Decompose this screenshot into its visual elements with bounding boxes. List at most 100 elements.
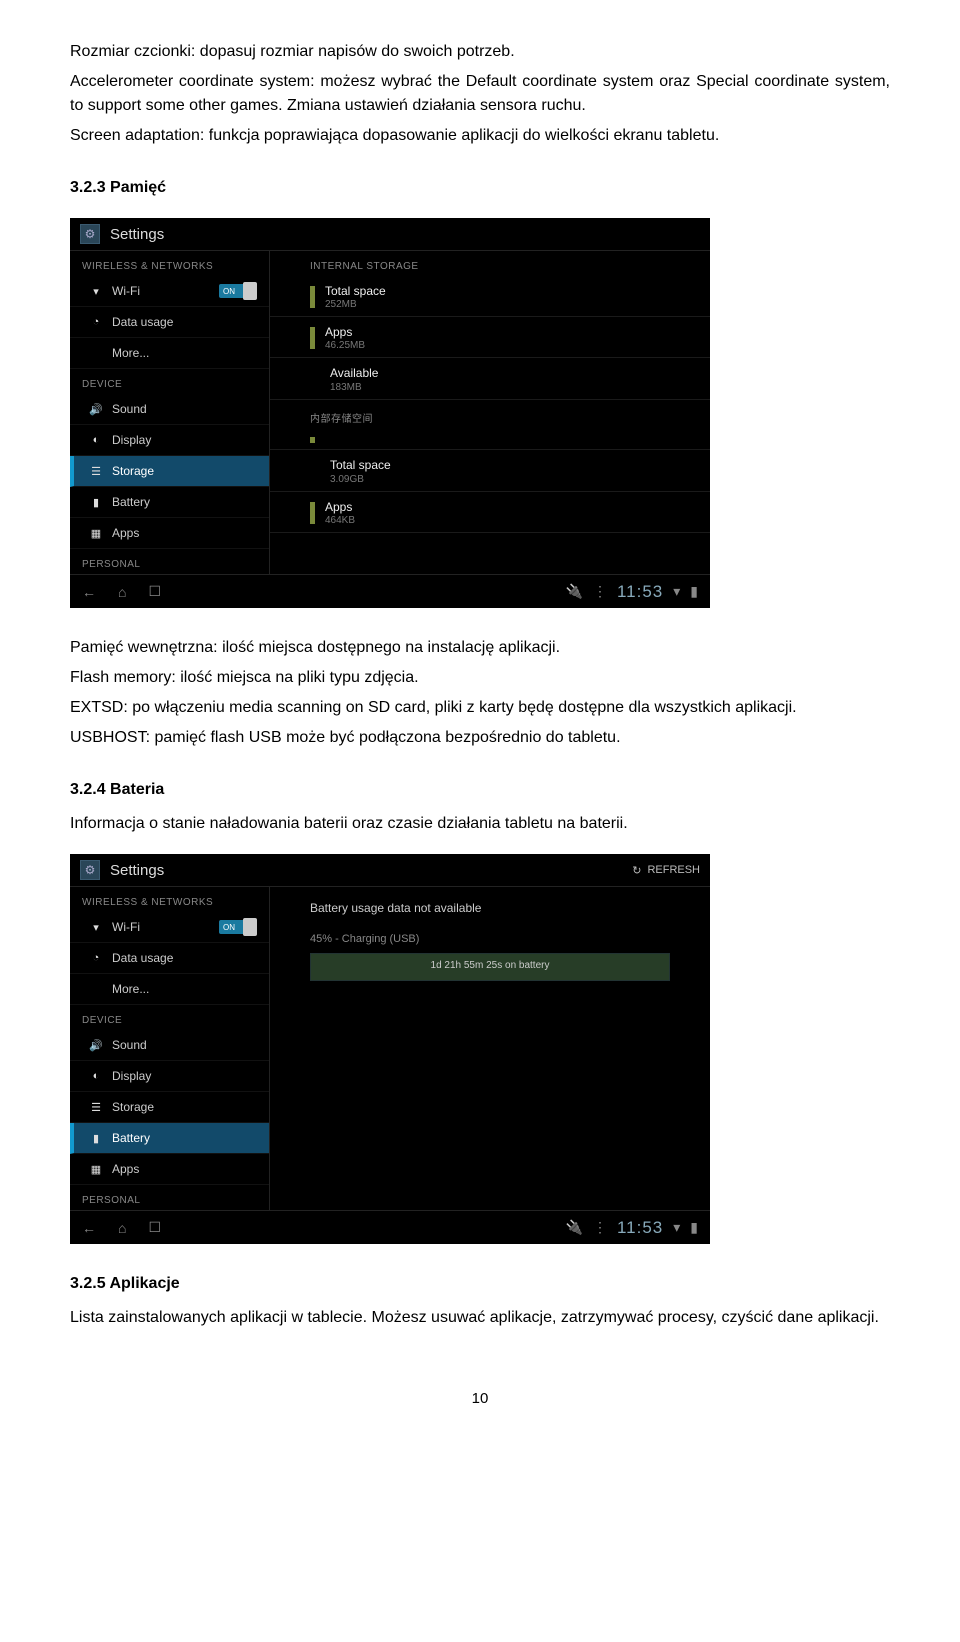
- storage-label: Apps: [325, 325, 365, 339]
- wifi-icon: ▾: [90, 285, 102, 297]
- settings-header: ⚙ Settings ↻ REFRESH: [70, 854, 710, 887]
- refresh-button[interactable]: ↻ REFRESH: [632, 864, 700, 877]
- sidebar-item-label: Battery: [112, 495, 150, 509]
- blank-icon: [90, 983, 102, 995]
- wifi-toggle[interactable]: ON: [219, 920, 257, 934]
- display-icon: ◐: [90, 1070, 102, 1082]
- sidebar-item-data-usage[interactable]: ◔ Data usage: [70, 943, 269, 974]
- storage-label: Apps: [325, 500, 355, 514]
- display-icon: ◐: [90, 434, 102, 446]
- usage-bar: [310, 437, 315, 443]
- settings-icon: ⚙: [80, 860, 100, 880]
- sidebar-item-label: More...: [112, 346, 149, 360]
- system-nav-bar: ← ⌂ ☐ 🔌 ⋮ 11:53 ▾ ▮: [70, 574, 710, 608]
- storage-icon: ☰: [90, 465, 102, 477]
- apps-icon: ▦: [90, 1163, 102, 1175]
- debug-icon: ⋮: [593, 583, 607, 600]
- storage-apps-row[interactable]: Apps 46.25MB: [270, 317, 710, 358]
- storage-total2-row[interactable]: [270, 429, 710, 450]
- sidebar-item-more[interactable]: More...: [70, 974, 269, 1005]
- paragraph: Screen adaptation: funkcja poprawiająca …: [70, 124, 890, 148]
- refresh-label: REFRESH: [647, 864, 700, 876]
- storage-label: Total space: [325, 284, 386, 298]
- sidebar-section-device: DEVICE: [70, 1005, 269, 1030]
- paragraph: Informacja o stanie naładowania baterii …: [70, 812, 890, 836]
- storage-value: 252MB: [325, 299, 386, 310]
- sidebar-section-device: DEVICE: [70, 369, 269, 394]
- sound-icon: 🔊: [90, 1039, 102, 1051]
- settings-storage-screenshot: ⚙ Settings WIRELESS & NETWORKS ▾ Wi-Fi O…: [70, 218, 710, 608]
- sidebar-section-wireless: WIRELESS & NETWORKS: [70, 251, 269, 276]
- back-icon[interactable]: ←: [82, 584, 96, 600]
- paragraph: USBHOST: pamięć flash USB może być podłą…: [70, 726, 890, 750]
- sidebar-item-label: Data usage: [112, 951, 173, 965]
- sidebar-item-label: Apps: [112, 1162, 139, 1176]
- battery-time: 1d 21h 55m 25s on battery: [431, 960, 550, 971]
- sidebar-item-sound[interactable]: 🔊 Sound: [70, 1030, 269, 1061]
- back-icon[interactable]: ←: [82, 1220, 96, 1236]
- wifi-toggle[interactable]: ON: [219, 284, 257, 298]
- storage-total2-text[interactable]: Total space 3.09GB: [270, 450, 710, 492]
- settings-main: INTERNAL STORAGE Total space 252MB Apps …: [270, 251, 710, 574]
- battery-icon: ▮: [90, 496, 102, 508]
- sidebar-item-label: Apps: [112, 526, 139, 540]
- sidebar-item-label: Storage: [112, 464, 154, 478]
- section-heading: 3.2.4 Bateria: [70, 778, 890, 802]
- sidebar-item-more[interactable]: More...: [70, 338, 269, 369]
- storage-value: 464KB: [325, 515, 355, 526]
- sidebar-item-display[interactable]: ◐ Display: [70, 425, 269, 456]
- battery-icon: ▮: [90, 1132, 102, 1144]
- section-heading: 3.2.3 Pamięć: [70, 176, 890, 200]
- battery-graph[interactable]: 1d 21h 55m 25s on battery: [310, 953, 670, 981]
- sidebar-item-label: Data usage: [112, 315, 173, 329]
- settings-header: ⚙ Settings: [70, 218, 710, 251]
- recent-icon[interactable]: ☐: [148, 1219, 161, 1236]
- sidebar-item-wifi[interactable]: ▾ Wi-Fi ON: [70, 912, 269, 943]
- sidebar-item-display[interactable]: ◐ Display: [70, 1061, 269, 1092]
- home-icon[interactable]: ⌂: [118, 584, 126, 600]
- recent-icon[interactable]: ☐: [148, 583, 161, 600]
- section-heading: 3.2.5 Aplikacje: [70, 1272, 890, 1296]
- sidebar-item-data-usage[interactable]: ◔ Data usage: [70, 307, 269, 338]
- storage-value: 3.09GB: [330, 474, 694, 485]
- sidebar-item-battery[interactable]: ▮ Battery: [70, 487, 269, 518]
- wifi-status-icon: ▾: [673, 583, 680, 600]
- sidebar-item-sound[interactable]: 🔊 Sound: [70, 394, 269, 425]
- storage-available-row[interactable]: Available 183MB: [270, 358, 710, 400]
- settings-title: Settings: [110, 226, 164, 243]
- sidebar-item-label: Storage: [112, 1100, 154, 1114]
- sidebar-item-apps[interactable]: ▦ Apps: [70, 518, 269, 549]
- sidebar-section-personal: PERSONAL: [70, 549, 269, 574]
- sidebar-item-label: Battery: [112, 1131, 150, 1145]
- sidebar-item-apps[interactable]: ▦ Apps: [70, 1154, 269, 1185]
- storage-apps2-row[interactable]: Apps 464KB: [270, 492, 710, 533]
- sidebar-section-personal: PERSONAL: [70, 1185, 269, 1210]
- sidebar-item-storage[interactable]: ☰ Storage: [70, 456, 269, 487]
- sidebar-item-wifi[interactable]: ▾ Wi-Fi ON: [70, 276, 269, 307]
- storage-label: Total space: [330, 458, 391, 472]
- storage-total-row[interactable]: Total space 252MB: [270, 276, 710, 317]
- paragraph: Lista zainstalowanych aplikacji w tablec…: [70, 1306, 890, 1330]
- usage-bar: [310, 327, 315, 349]
- sidebar-item-battery[interactable]: ▮ Battery: [70, 1123, 269, 1154]
- settings-sidebar: WIRELESS & NETWORKS ▾ Wi-Fi ON ◔ Data us…: [70, 251, 270, 574]
- apps-icon: ▦: [90, 527, 102, 539]
- battery-message: Battery usage data not available: [270, 887, 710, 925]
- sidebar-item-storage[interactable]: ☰ Storage: [70, 1092, 269, 1123]
- usb-icon: 🔌: [566, 583, 583, 600]
- settings-sidebar: WIRELESS & NETWORKS ▾ Wi-Fi ON ◔ Data us…: [70, 887, 270, 1210]
- paragraph: Rozmiar czcionki: dopasuj rozmiar napisó…: [70, 40, 890, 64]
- usage-bar: [310, 286, 315, 308]
- battery-status-icon: ▮: [690, 1219, 698, 1236]
- storage-value: 46.25MB: [325, 340, 365, 351]
- usage-bar: [310, 502, 315, 524]
- storage-icon: ☰: [90, 1101, 102, 1113]
- home-icon[interactable]: ⌂: [118, 1220, 126, 1236]
- sidebar-item-label: Display: [112, 433, 151, 447]
- debug-icon: ⋮: [593, 1219, 607, 1236]
- settings-main: Battery usage data not available 45% - C…: [270, 887, 710, 1210]
- refresh-icon: ↻: [632, 864, 641, 877]
- paragraph: Flash memory: ilość miejsca na pliki typ…: [70, 666, 890, 690]
- sidebar-section-wireless: WIRELESS & NETWORKS: [70, 887, 269, 912]
- sidebar-item-label: Wi-Fi: [112, 284, 140, 298]
